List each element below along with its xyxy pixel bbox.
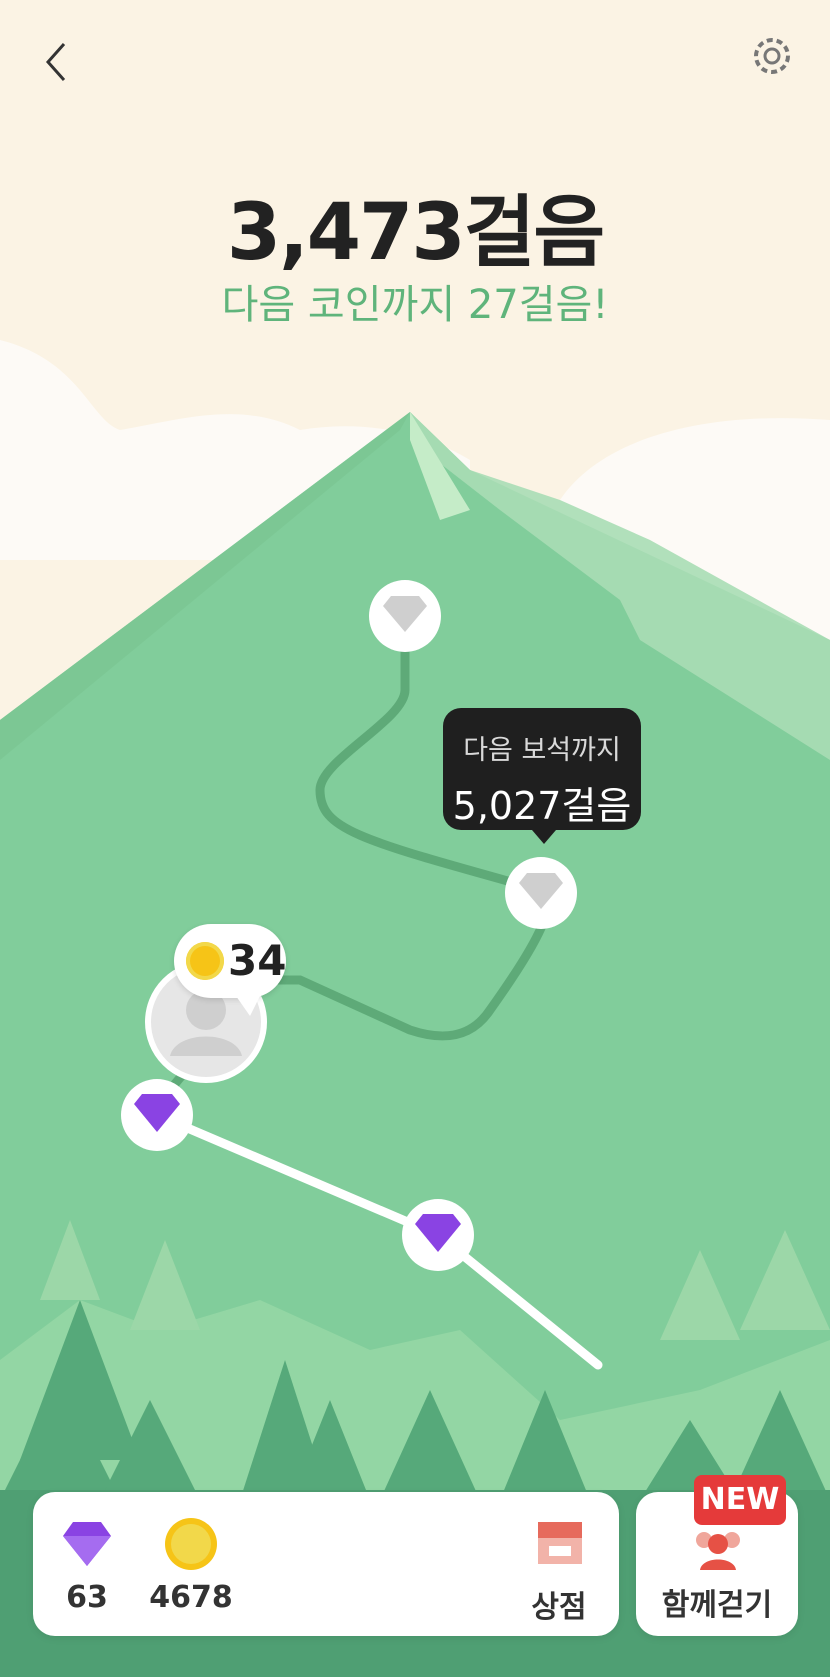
coin-count: 4678 (149, 1580, 233, 1615)
next-gem-tooltip: 다음 보석까지 5,027걸음 (443, 708, 641, 844)
steps-count: 3,473걸음 (226, 188, 605, 278)
currency-panel: 63 4678 상점 (33, 1492, 619, 1636)
gem-count: 63 (66, 1580, 108, 1615)
gem-icon (63, 1522, 111, 1566)
next-coin-text: 다음 코인까지 27걸음! (221, 282, 609, 328)
shop-button[interactable]: 상점 (519, 1512, 599, 1632)
gear-icon[interactable] (746, 30, 798, 82)
coin-icon (186, 942, 224, 980)
top-bar (0, 0, 830, 120)
back-icon[interactable] (34, 30, 86, 90)
tooltip-line2: 5,027걸음 (452, 784, 632, 828)
coin-bubble-count: 34 (228, 936, 287, 985)
new-badge: NEW (694, 1475, 786, 1525)
coin-icon (165, 1518, 217, 1570)
coin-bubble[interactable]: 34 (174, 924, 287, 1016)
shop-label: 상점 (531, 1590, 587, 1625)
walk-together-label: 함께걷기 (661, 1588, 773, 1623)
group-walk-icon (696, 1532, 740, 1570)
tooltip-line1: 다음 보석까지 (463, 735, 621, 766)
shop-icon (538, 1522, 582, 1564)
